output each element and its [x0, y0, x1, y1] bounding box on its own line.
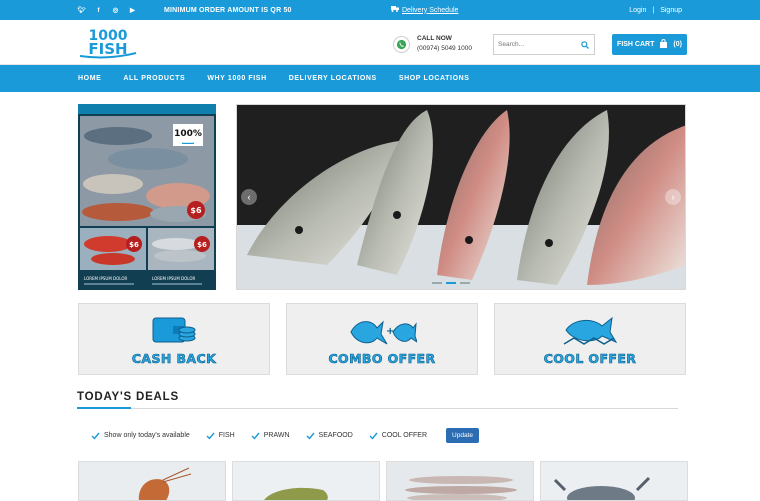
slider-dots: [432, 282, 470, 284]
min-order-notice: MINIMUM ORDER AMOUNT IS QR 50: [164, 6, 292, 14]
deals-divider: [77, 408, 678, 409]
offer-title: COMBO OFFER: [328, 351, 436, 367]
slider-prev-button[interactable]: ‹: [241, 189, 257, 205]
cart-bag-icon: [659, 39, 668, 50]
filter-prawn[interactable]: PRAWN: [251, 431, 290, 440]
chevron-left-icon: ‹: [247, 192, 251, 202]
slider-dot[interactable]: [460, 282, 470, 284]
filter-label: FISH: [218, 432, 235, 439]
offer-title: CASH BACK: [131, 351, 217, 367]
filter-label: Show only today's available: [104, 432, 190, 439]
fish-cart-button[interactable]: FISH CART (0): [612, 34, 687, 55]
nav-item-all-products[interactable]: ALL PRODUCTS: [123, 75, 185, 82]
promo-fish-image: 100% ▬▬▬ $6 $6 $6 LOREM IPSUM DOLOR LORE…: [78, 104, 216, 290]
svg-text:▬▬▬: ▬▬▬: [182, 140, 194, 145]
filter-label: PRAWN: [263, 432, 290, 439]
instagram-icon[interactable]: ◎: [112, 7, 119, 14]
hero-slider[interactable]: ‹ ›: [236, 104, 686, 290]
filter-fish[interactable]: FISH: [206, 431, 235, 440]
truck-icon: [391, 6, 399, 14]
promo-banner[interactable]: 100% ▬▬▬ $6 $6 $6 LOREM IPSUM DOLOR LORE…: [78, 104, 216, 290]
product-grid: [78, 461, 688, 501]
promo-badge-text: 100%: [174, 129, 202, 139]
small-fish-image: [387, 462, 533, 500]
nav-item-shop-locations[interactable]: SHOP LOCATIONS: [399, 75, 470, 82]
price-tag-2: $6: [129, 241, 139, 249]
slider-dot-active[interactable]: [446, 282, 456, 284]
slider-dot[interactable]: [432, 282, 442, 284]
checkmark-icon: [91, 431, 100, 440]
fish-on-ice-icon: [563, 316, 618, 345]
search-input[interactable]: [494, 35, 578, 54]
deals-accent-line: [77, 407, 131, 409]
logo[interactable]: 1000 FISH: [78, 26, 138, 59]
login-link[interactable]: Login: [629, 7, 646, 14]
hero-salmon-image: [237, 105, 685, 289]
price-tag-1: $6: [190, 206, 202, 215]
deal-filters: Show only today's available FISH PRAWN S…: [91, 428, 479, 443]
crab-image: [541, 462, 687, 500]
chevron-right-icon: ›: [671, 192, 675, 202]
product-card[interactable]: [540, 461, 688, 501]
filter-seafood[interactable]: SEAFOOD: [306, 431, 353, 440]
search-icon[interactable]: [578, 40, 592, 49]
social-links: 🐦︎ f ◎ ▶: [77, 7, 136, 15]
delivery-schedule-label: Delivery Schedule: [402, 6, 459, 14]
prawn-image: [79, 462, 225, 500]
slider-next-button[interactable]: ›: [665, 189, 681, 205]
cart-label: FISH CART: [617, 41, 655, 48]
shrimp-image: [233, 462, 379, 500]
nav-item-delivery-locations[interactable]: DELIVERY LOCATIONS: [289, 75, 377, 82]
fish-plus-fish-icon: +: [350, 320, 417, 345]
auth-links: Login | Signup: [629, 7, 682, 14]
top-bar: 🐦︎ f ◎ ▶ MINIMUM ORDER AMOUNT IS QR 50 D…: [0, 0, 760, 20]
offer-cash-back[interactable]: CASH BACK: [78, 303, 270, 375]
nav-item-why-1000-fish[interactable]: WHY 1000 FISH: [207, 75, 266, 82]
filter-label: COOL OFFER: [381, 432, 428, 439]
todays-deals-heading: TODAY'S DEALS: [77, 391, 179, 403]
checkmark-icon: [369, 431, 378, 440]
product-card[interactable]: [78, 461, 226, 501]
search-box: [493, 34, 595, 55]
filter-cool-offer[interactable]: COOL OFFER: [369, 431, 427, 440]
product-card[interactable]: [232, 461, 380, 501]
price-tag-3: $6: [197, 241, 207, 249]
youtube-icon[interactable]: ▶: [129, 7, 136, 14]
twitter-icon[interactable]: 🐦︎: [77, 7, 85, 14]
phone-number: (00974) 5049 1000: [417, 45, 472, 52]
site-header: 1000 FISH CALL NOW (00974) 5049 1000 FIS…: [0, 20, 760, 65]
nav-item-home[interactable]: HOME: [78, 75, 101, 82]
checkmark-icon: [206, 431, 215, 440]
whatsapp-icon: [393, 35, 410, 53]
checkmark-icon: [306, 431, 315, 440]
promo-caption-1: LOREM IPSUM DOLOR: [84, 276, 128, 281]
offer-combo[interactable]: + COMBO OFFER: [286, 303, 478, 375]
wallet-coin-icon: [152, 317, 196, 343]
filter-label: SEAFOOD: [318, 432, 353, 439]
filter-today-only[interactable]: Show only today's available: [91, 431, 190, 440]
call-now-block[interactable]: CALL NOW (00974) 5049 1000: [393, 34, 472, 54]
cart-count: (0): [673, 41, 682, 48]
product-card[interactable]: [386, 461, 534, 501]
delivery-schedule-link[interactable]: Delivery Schedule: [391, 6, 458, 14]
promo-caption-2: LOREM IPSUM DOLOR: [152, 276, 196, 281]
update-button[interactable]: Update: [446, 428, 479, 443]
checkmark-icon: [251, 431, 260, 440]
facebook-icon[interactable]: f: [95, 7, 102, 14]
offer-title: COOL OFFER: [543, 351, 637, 367]
main-nav: HOME ALL PRODUCTS WHY 1000 FISH DELIVERY…: [0, 65, 760, 92]
signup-link[interactable]: Signup: [660, 7, 682, 14]
auth-separator: |: [652, 6, 655, 14]
call-now-label: CALL NOW: [417, 35, 452, 42]
offer-cool[interactable]: COOL OFFER: [494, 303, 686, 375]
